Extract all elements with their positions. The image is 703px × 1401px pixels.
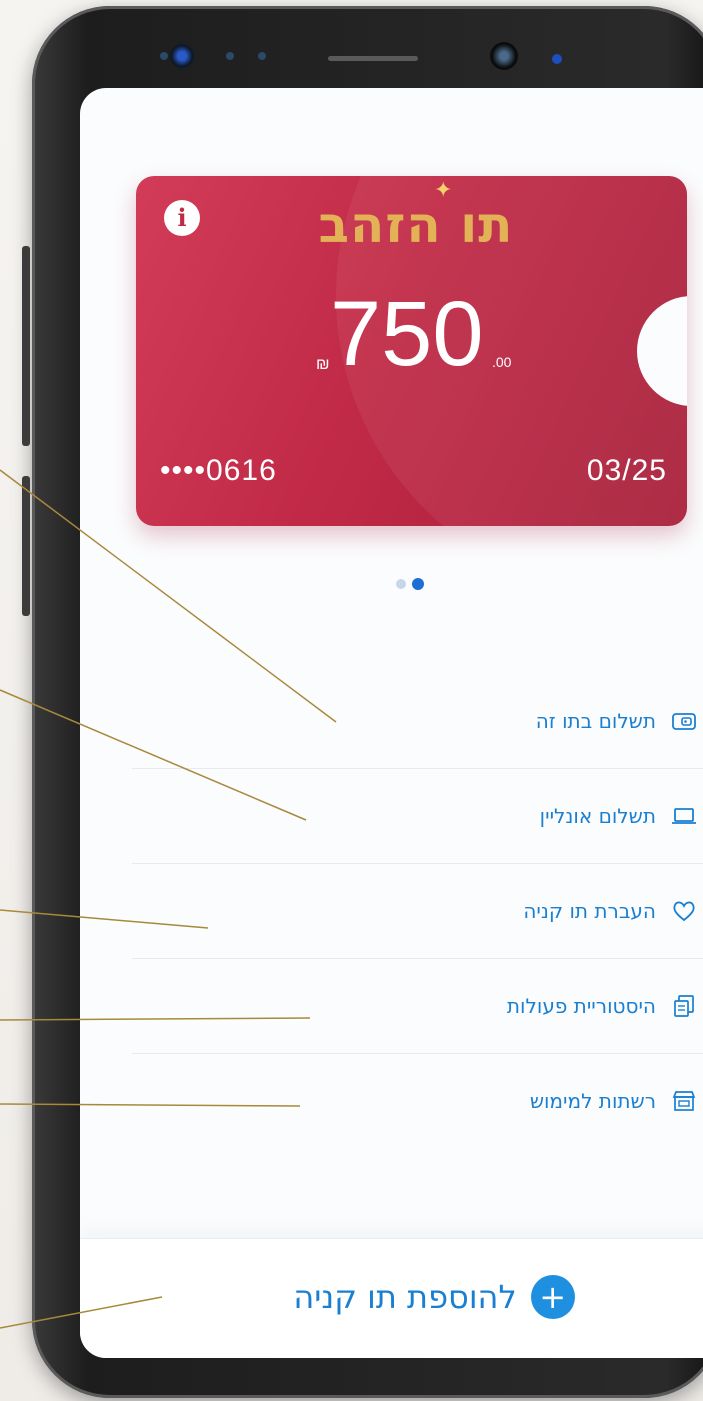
brand-logo: תו הזהב: [318, 196, 514, 254]
sensor-icon: [258, 52, 266, 60]
phone-frame: i ✦ תו הזהב ₪ 750 .00 ••••0616 03/25 תשל…: [22, 6, 703, 1398]
history-icon: [674, 995, 694, 1017]
volume-button: [22, 246, 30, 446]
balance-decimal: .00: [492, 354, 512, 370]
card-expiry: 03/25: [586, 454, 667, 487]
sensor-icon: [226, 52, 234, 60]
laptop-icon: [672, 808, 696, 824]
phone-notch: [32, 6, 703, 86]
menu-item-stores[interactable]: רשתות למימוש: [132, 1054, 703, 1148]
pagination-dot[interactable]: [396, 579, 406, 589]
info-icon[interactable]: i: [164, 200, 200, 236]
menu-item-pay-online[interactable]: תשלום אונליין: [132, 769, 703, 864]
front-camera-icon: [170, 44, 194, 68]
pagination-dot-active[interactable]: [412, 578, 424, 590]
balance-integer: 750: [330, 283, 484, 385]
plus-icon: +: [530, 1275, 575, 1319]
heart-icon: [673, 901, 695, 922]
currency-symbol: ₪: [316, 356, 330, 373]
power-button: [22, 476, 30, 616]
menu-item-pay-with-card[interactable]: תשלום בתו זה: [132, 674, 703, 769]
menu-item-history[interactable]: היסטוריית פעולות: [132, 959, 703, 1054]
card-number: ••••0616: [160, 454, 277, 487]
add-gift-card-button[interactable]: להוספת תו קניה +: [254, 1269, 614, 1325]
menu-item-label: העברת תו קניה: [523, 899, 656, 923]
menu-item-label: תשלום בתו זה: [535, 709, 656, 733]
add-gift-card-label: להוספת תו קניה: [293, 1278, 517, 1316]
card-balance: ₪ 750 .00: [316, 284, 576, 394]
menu-item-label: היסטוריית פעולות: [506, 994, 656, 1018]
wallet-icon: [672, 713, 696, 730]
menu-item-label: תשלום אונליין: [539, 804, 656, 828]
carousel-pagination: [396, 578, 436, 590]
sensor-icon: [552, 54, 562, 64]
menu-item-label: רשתות למימוש: [529, 1089, 656, 1113]
gift-card[interactable]: i ✦ תו הזהב ₪ 750 .00 ••••0616 03/25: [136, 176, 687, 526]
sensor-icon: [160, 52, 168, 60]
menu-item-transfer-card[interactable]: העברת תו קניה: [132, 864, 703, 959]
store-icon: [672, 1091, 696, 1111]
actions-menu: תשלום בתו זה תשלום אונליין העברת תו קניה: [132, 674, 703, 1148]
app-screen: i ✦ תו הזהב ₪ 750 .00 ••••0616 03/25 תשל…: [80, 88, 703, 1358]
bottom-action-bar: להוספת תו קניה +: [80, 1238, 703, 1358]
iris-scanner-icon: [490, 42, 518, 70]
speaker-grille: [328, 56, 418, 61]
gift-card-body[interactable]: i ✦ תו הזהב ₪ 750 .00 ••••0616 03/25: [136, 176, 687, 526]
